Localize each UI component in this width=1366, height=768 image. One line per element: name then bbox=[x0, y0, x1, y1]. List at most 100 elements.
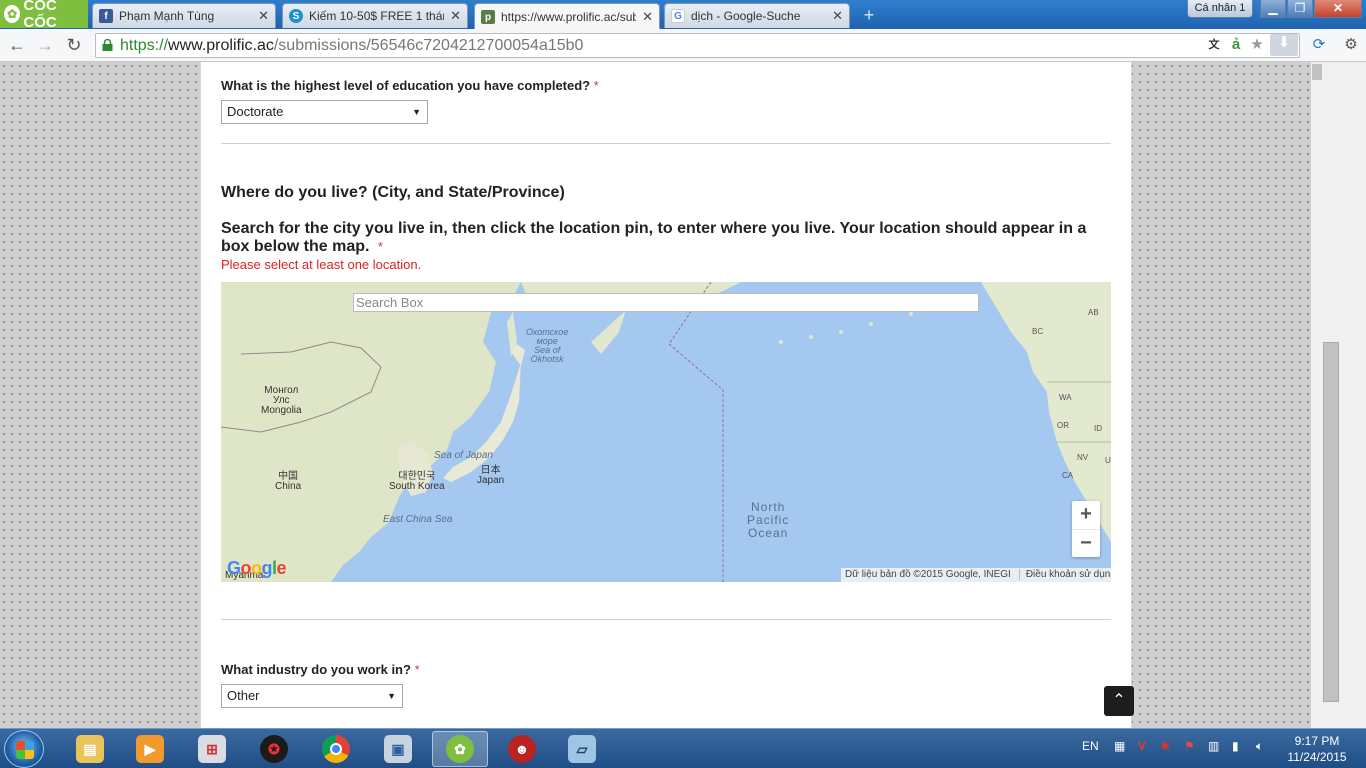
taskbar-app[interactable]: ⊞ bbox=[184, 731, 240, 767]
required-marker: * bbox=[414, 662, 420, 677]
tray-flag-icon[interactable]: ⚑ bbox=[1184, 739, 1195, 753]
tab-prolific[interactable]: p https://www.prolific.ac/sub ✕ bbox=[474, 3, 660, 30]
scroll-to-top-button[interactable]: ⌃ bbox=[1104, 686, 1134, 716]
new-tab-button[interactable]: + bbox=[860, 6, 878, 24]
close-window-button[interactable]: ✕ bbox=[1314, 0, 1362, 18]
zoom-in-button[interactable]: + bbox=[1072, 501, 1100, 529]
notes-icon: ▱ bbox=[568, 735, 596, 763]
location-error: Please select at least one location. bbox=[221, 257, 422, 272]
signal-icon[interactable]: ▮ bbox=[1232, 739, 1239, 753]
survey-panel: What is the highest level of education y… bbox=[200, 62, 1132, 728]
settings-menu-icon[interactable]: ⚙ bbox=[1342, 36, 1360, 54]
tab-skype[interactable]: S Kiếm 10-50$ FREE 1 tháng ✕ bbox=[282, 3, 468, 28]
taskbar-notes[interactable]: ▱ bbox=[554, 731, 610, 767]
tray-bug-icon[interactable]: ✱ bbox=[1160, 739, 1170, 753]
translate-icon[interactable]: 文 bbox=[1206, 36, 1222, 54]
map-canvas bbox=[221, 282, 1111, 582]
page-viewport: What is the highest level of education y… bbox=[0, 62, 1366, 728]
download-icon[interactable]: ⬇ bbox=[1270, 34, 1298, 56]
map-label-east-china-sea: East China Sea bbox=[383, 514, 453, 525]
tab-title: dịch - Google-Suche bbox=[691, 9, 801, 23]
address-bar[interactable]: https://www.prolific.ac/submissions/5654… bbox=[95, 33, 1300, 58]
map-label-or: OR bbox=[1057, 421, 1069, 430]
user-app-icon: ☻ bbox=[508, 735, 536, 763]
tab-close-icon[interactable]: ✕ bbox=[642, 9, 653, 25]
folder-icon: ▤ bbox=[76, 735, 104, 763]
divider bbox=[221, 143, 1111, 144]
map-label-japan: 日本 Japan bbox=[477, 465, 505, 486]
tray-network-tool-icon[interactable]: ▦ bbox=[1114, 739, 1125, 753]
game-icon: ✪ bbox=[260, 735, 288, 763]
system-clock[interactable]: 9:17 PM 11/24/2015 bbox=[1286, 733, 1348, 765]
profile-button[interactable]: Cá nhân 1 bbox=[1187, 0, 1253, 18]
coccoc-logo-icon: ✿ bbox=[4, 5, 21, 23]
map-label-ca: CA bbox=[1062, 471, 1074, 480]
bookmark-star-icon[interactable]: ★ bbox=[1248, 36, 1266, 54]
url-scheme: https:// bbox=[120, 37, 169, 54]
taskbar-coccoc[interactable]: ✿ bbox=[432, 731, 488, 767]
back-button[interactable]: ← bbox=[6, 34, 28, 56]
map-zoom-control: + − bbox=[1072, 501, 1100, 557]
vietnamese-input-icon[interactable]: ả bbox=[1228, 36, 1244, 54]
industry-question: What industry do you work in? * bbox=[221, 662, 420, 677]
google-logo[interactable]: Google bbox=[227, 558, 287, 579]
maximize-button[interactable]: ❐ bbox=[1287, 0, 1313, 18]
map-label-id: ID bbox=[1094, 424, 1102, 433]
start-button[interactable] bbox=[4, 730, 44, 768]
taskbar-media-player[interactable]: ▶ bbox=[122, 731, 178, 767]
reload-button[interactable]: ↻ bbox=[63, 34, 85, 56]
industry-label: What industry do you work in? bbox=[221, 662, 411, 677]
tab-close-icon[interactable]: ✕ bbox=[258, 8, 269, 24]
forward-button[interactable]: → bbox=[34, 34, 56, 56]
taskbar-remote-desktop[interactable]: ▣ bbox=[370, 731, 426, 767]
map-search-input[interactable]: Search Box bbox=[353, 293, 979, 312]
scrollbar-thumb[interactable] bbox=[1323, 342, 1339, 702]
instructions-text: Search for the city you live in, then cl… bbox=[221, 220, 1087, 255]
page-scrollbar[interactable] bbox=[1311, 62, 1366, 728]
coccoc-menu-button[interactable]: ✿ CỐC CỐC bbox=[0, 0, 88, 31]
volume-icon[interactable]: 🔈︎ bbox=[1256, 739, 1263, 754]
language-indicator[interactable]: EN bbox=[1082, 739, 1099, 753]
windows-logo-icon bbox=[16, 741, 34, 759]
lock-icon bbox=[102, 39, 113, 51]
map-label-ab: AB bbox=[1088, 308, 1099, 317]
map-attribution: Dữ liệu bản đồ ©2015 Google, INEGI Điều k… bbox=[841, 568, 1111, 582]
zoom-out-button[interactable]: − bbox=[1072, 529, 1100, 557]
map-label-mongolia: Монгол Улс Mongolia bbox=[261, 385, 302, 416]
taskbar-user-app[interactable]: ☻ bbox=[494, 731, 550, 767]
url-host: www.prolific.ac bbox=[168, 37, 274, 54]
taskbar-game[interactable]: ✪ bbox=[246, 731, 302, 767]
map-label-wa: WA bbox=[1059, 393, 1072, 402]
divider bbox=[221, 619, 1111, 620]
media-player-icon: ▶ bbox=[136, 735, 164, 763]
scrollbar-mini-thumb[interactable] bbox=[1312, 64, 1322, 80]
tab-facebook[interactable]: f Phạm Mạnh Tùng ✕ bbox=[92, 3, 276, 28]
map-label-nv: NV bbox=[1077, 453, 1089, 462]
industry-select[interactable]: Other ▼ bbox=[221, 684, 403, 708]
facebook-icon: f bbox=[99, 9, 113, 23]
tray-v-icon[interactable]: V bbox=[1138, 739, 1146, 753]
map-terms-link[interactable]: Điều khoản sử dụng bbox=[1018, 569, 1111, 580]
remote-desktop-icon: ▣ bbox=[384, 735, 412, 763]
dropdown-arrow-icon: ▼ bbox=[387, 691, 396, 701]
map-data-credit: Dữ liệu bản đồ ©2015 Google, INEGI bbox=[845, 569, 1011, 580]
network-app-icon: ⊞ bbox=[198, 735, 226, 763]
tab-close-icon[interactable]: ✕ bbox=[450, 8, 461, 24]
extension-icon[interactable]: ⟳ bbox=[1310, 36, 1328, 54]
taskbar-chrome[interactable] bbox=[308, 731, 364, 767]
minimize-button[interactable]: ▁ bbox=[1260, 0, 1286, 18]
prolific-icon: p bbox=[481, 10, 495, 24]
education-select[interactable]: Doctorate ▼ bbox=[221, 100, 428, 124]
browser-tab-strip: ✿ CỐC CỐC f Phạm Mạnh Tùng ✕ S Kiếm 10-5… bbox=[0, 0, 1366, 31]
map-label-sea-of-japan: Sea of Japan bbox=[434, 450, 493, 461]
tab-close-icon[interactable]: ✕ bbox=[832, 8, 843, 24]
clock-time: 9:17 PM bbox=[1294, 734, 1340, 748]
taskbar-explorer[interactable]: ▤ bbox=[62, 731, 118, 767]
tab-title: https://www.prolific.ac/sub bbox=[501, 10, 637, 24]
required-marker: * bbox=[593, 78, 599, 93]
tray-security-icon[interactable]: ▥ bbox=[1208, 739, 1219, 753]
url-path: /submissions/56546c7204212700054a15b0 bbox=[273, 37, 584, 54]
location-map[interactable]: Search Box Монгол Улс Mongolia 中国 China … bbox=[221, 282, 1111, 582]
tab-google[interactable]: G dịch - Google-Suche ✕ bbox=[664, 3, 850, 28]
location-heading: Where do you live? (City, and State/Prov… bbox=[221, 184, 565, 201]
